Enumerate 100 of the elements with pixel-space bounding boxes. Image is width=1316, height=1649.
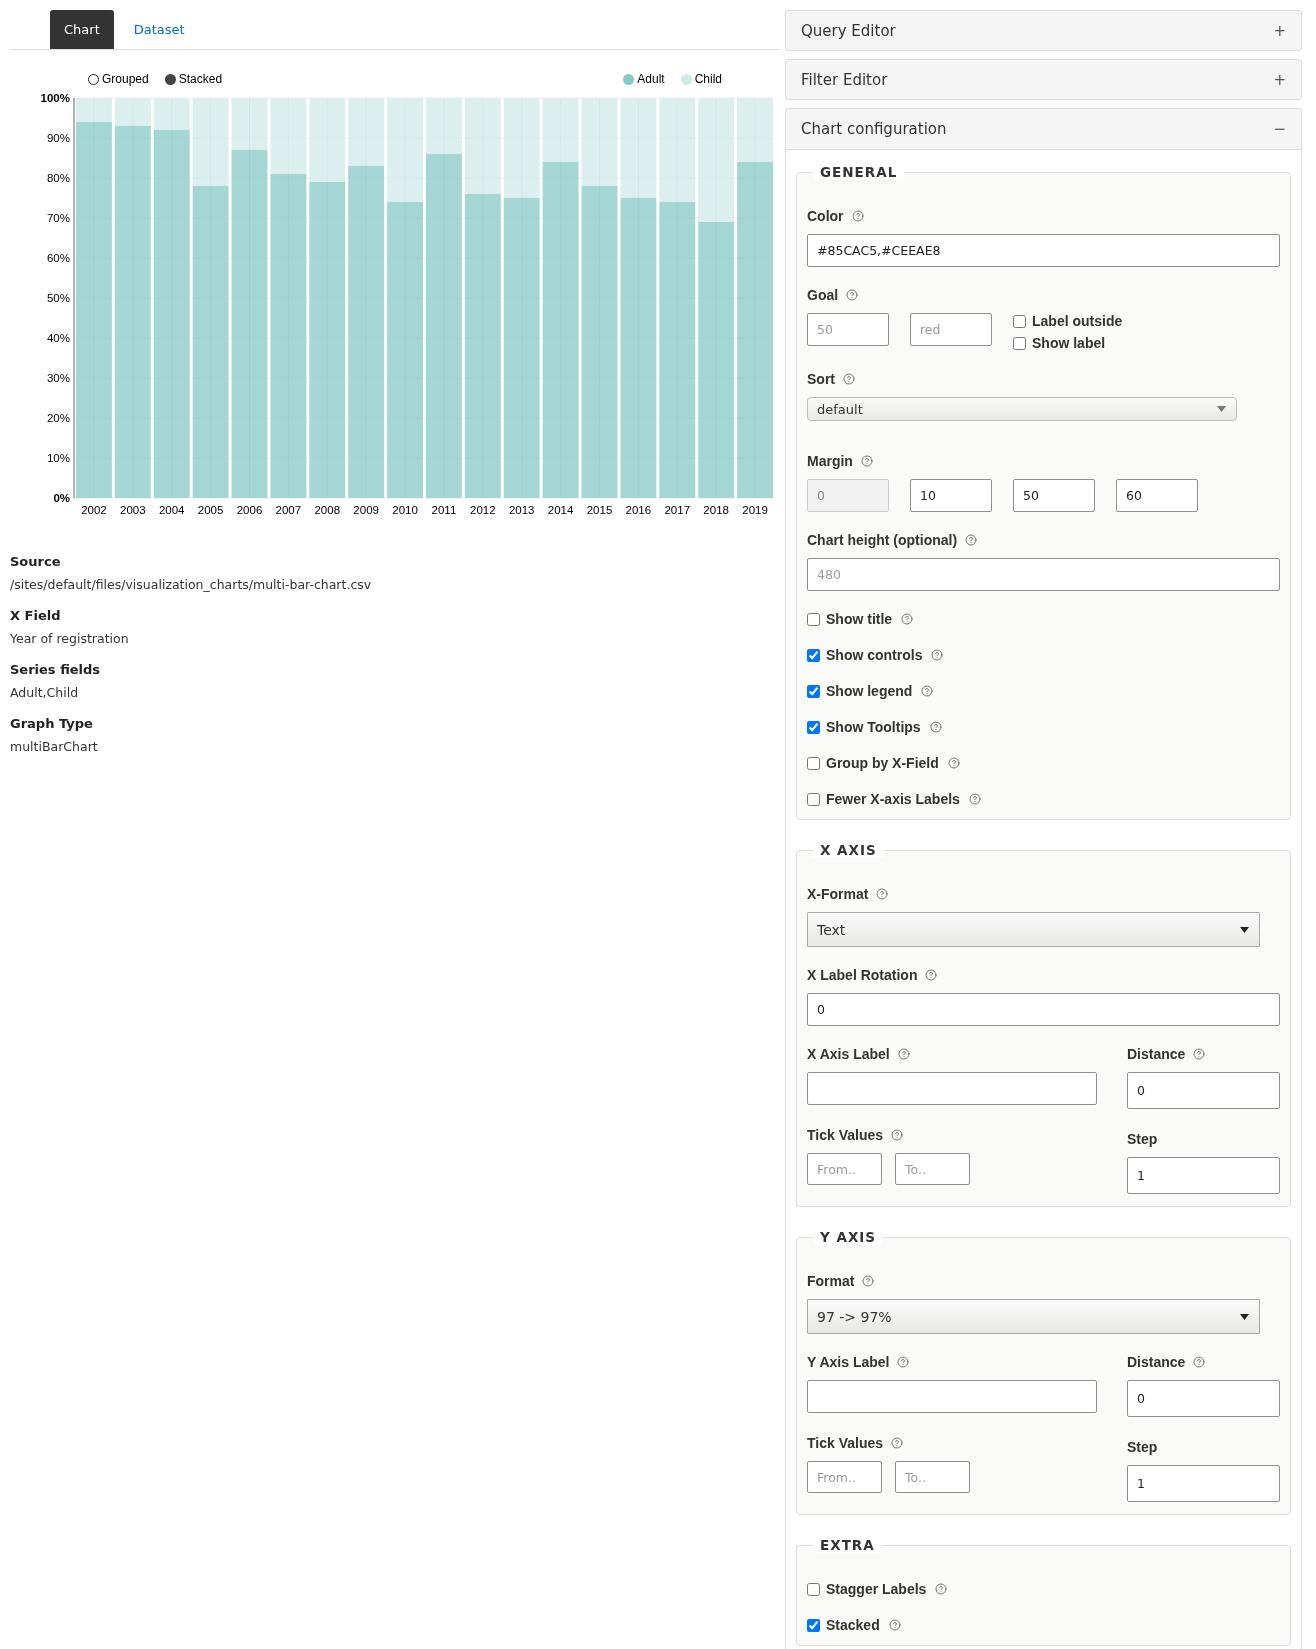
input-field[interactable]: 1 (1127, 1157, 1280, 1194)
help-icon[interactable] (935, 1583, 948, 1595)
checkbox[interactable] (807, 792, 820, 806)
accordion-header[interactable]: Chart configuration − (785, 108, 1302, 150)
input-field[interactable]: 0 (807, 993, 1280, 1026)
input-field[interactable]: To.. (895, 1153, 970, 1185)
tick-label: 2019 (742, 504, 768, 516)
help-icon[interactable] (888, 1619, 901, 1631)
help-icon[interactable] (901, 613, 914, 625)
help-icon[interactable] (891, 1437, 903, 1449)
help-icon[interactable] (968, 793, 981, 805)
tick-label: 90% (46, 132, 70, 144)
accordion-header[interactable]: Filter Editor + (785, 59, 1302, 100)
help-icon[interactable] (862, 1275, 875, 1287)
input-field[interactable]: 50 (807, 313, 889, 346)
field-value: /sites/default/files/visualization_charts/multi-bar-chart.csv (10, 577, 373, 592)
help-icon[interactable] (843, 373, 855, 385)
input-field[interactable]: 480 (807, 558, 1280, 591)
checkbox[interactable] (1013, 336, 1026, 350)
accordion-title: Query Editor (801, 21, 896, 40)
input-field[interactable]: 50 (1013, 479, 1095, 512)
accordion-header[interactable]: Query Editor + (785, 10, 1302, 51)
help-icon[interactable] (897, 1356, 910, 1368)
help-icon[interactable] (846, 289, 859, 301)
help-icon[interactable] (897, 1048, 910, 1060)
input-field[interactable]: 1 (1127, 1465, 1280, 1502)
input-field[interactable]: 0 (1127, 1072, 1280, 1109)
tick-label: 2008 (314, 504, 341, 516)
field-label: Step (1127, 1131, 1158, 1147)
field-label: Distance (1127, 1046, 1186, 1062)
chart-mode-option[interactable]: Stacked (164, 72, 223, 86)
caret-icon (1217, 406, 1226, 412)
checkbox[interactable] (807, 720, 820, 734)
tab[interactable]: Chart (50, 10, 114, 49)
group-title: Y AXIS (813, 1229, 884, 1245)
tick-label: 2012 (470, 504, 496, 516)
checkbox[interactable] (1013, 314, 1026, 328)
field-label: X Label Rotation (807, 967, 918, 983)
legend-item[interactable]: Child (680, 72, 722, 86)
checkbox[interactable] (807, 648, 820, 662)
input-field[interactable]: From.. (807, 1153, 882, 1185)
help-icon[interactable] (925, 969, 938, 981)
checkbox-label: Group by X-Field (826, 755, 939, 771)
input-field[interactable]: From.. (807, 1461, 882, 1493)
tick-label: 2003 (120, 504, 146, 516)
tick-label: 0% (53, 492, 70, 504)
help-icon[interactable] (860, 455, 873, 467)
tick-label: 100% (40, 92, 70, 104)
tick-label: 2005 (197, 504, 224, 516)
tick-label: 10% (46, 452, 70, 464)
field-label: Margin (807, 453, 853, 469)
caret-icon (1240, 926, 1249, 933)
help-icon[interactable] (1193, 1048, 1206, 1060)
checkbox[interactable] (807, 1618, 820, 1632)
help-icon[interactable] (851, 210, 864, 222)
checkbox[interactable] (807, 612, 820, 626)
checkbox-label: Show Tooltips (826, 719, 921, 735)
help-icon[interactable] (965, 534, 978, 546)
tab[interactable]: Dataset (119, 10, 199, 49)
input-field[interactable]: 0 (1127, 1380, 1280, 1417)
field-label: Graph Type (10, 716, 94, 731)
field-label: Color (807, 208, 844, 224)
legend-item[interactable]: Adult (623, 72, 665, 86)
help-icon[interactable] (921, 685, 934, 697)
dropdown[interactable]: default (807, 397, 1237, 421)
help-icon[interactable] (1193, 1356, 1206, 1368)
tick-label: 50% (46, 292, 70, 304)
checkbox[interactable] (807, 1582, 820, 1596)
field-label: Series fields (10, 662, 102, 677)
checkbox[interactable] (807, 684, 820, 698)
input-field[interactable]: 10 (910, 479, 992, 512)
help-icon[interactable] (947, 757, 960, 769)
checkbox[interactable] (807, 756, 820, 770)
field-label: Sort (807, 371, 835, 387)
toggle-sign: + (1273, 70, 1286, 89)
input-field[interactable] (807, 1380, 1097, 1413)
input-field[interactable] (807, 1072, 1097, 1105)
input-field[interactable]: #85CAC5,#CEEAE8 (807, 234, 1280, 267)
input-field[interactable]: To.. (895, 1461, 970, 1493)
field-label: X Field (10, 608, 62, 623)
input-field[interactable]: 60 (1116, 479, 1198, 512)
field-label: Distance (1127, 1354, 1186, 1370)
help-icon[interactable] (929, 721, 942, 733)
accordion-title: Filter Editor (801, 70, 888, 89)
field-label: Step (1127, 1439, 1158, 1455)
field-label: Goal (807, 287, 839, 303)
tick-label: 2017 (664, 504, 691, 516)
tick-label: 2010 (392, 504, 418, 516)
help-icon[interactable] (891, 1129, 903, 1141)
dropdown[interactable]: Text (807, 912, 1260, 947)
tick-label: 2011 (431, 504, 457, 516)
field-label: Tick Values (807, 1435, 883, 1451)
input-field[interactable]: red (910, 313, 992, 346)
tick-label: 2009 (353, 504, 379, 516)
help-icon[interactable] (876, 888, 889, 900)
chart-mode-option[interactable]: Grouped (88, 72, 149, 86)
dropdown[interactable]: 97 -> 97% (807, 1299, 1260, 1334)
tick-label: 40% (46, 332, 70, 344)
checkbox-label: Label outside (1032, 313, 1123, 329)
help-icon[interactable] (931, 649, 944, 661)
